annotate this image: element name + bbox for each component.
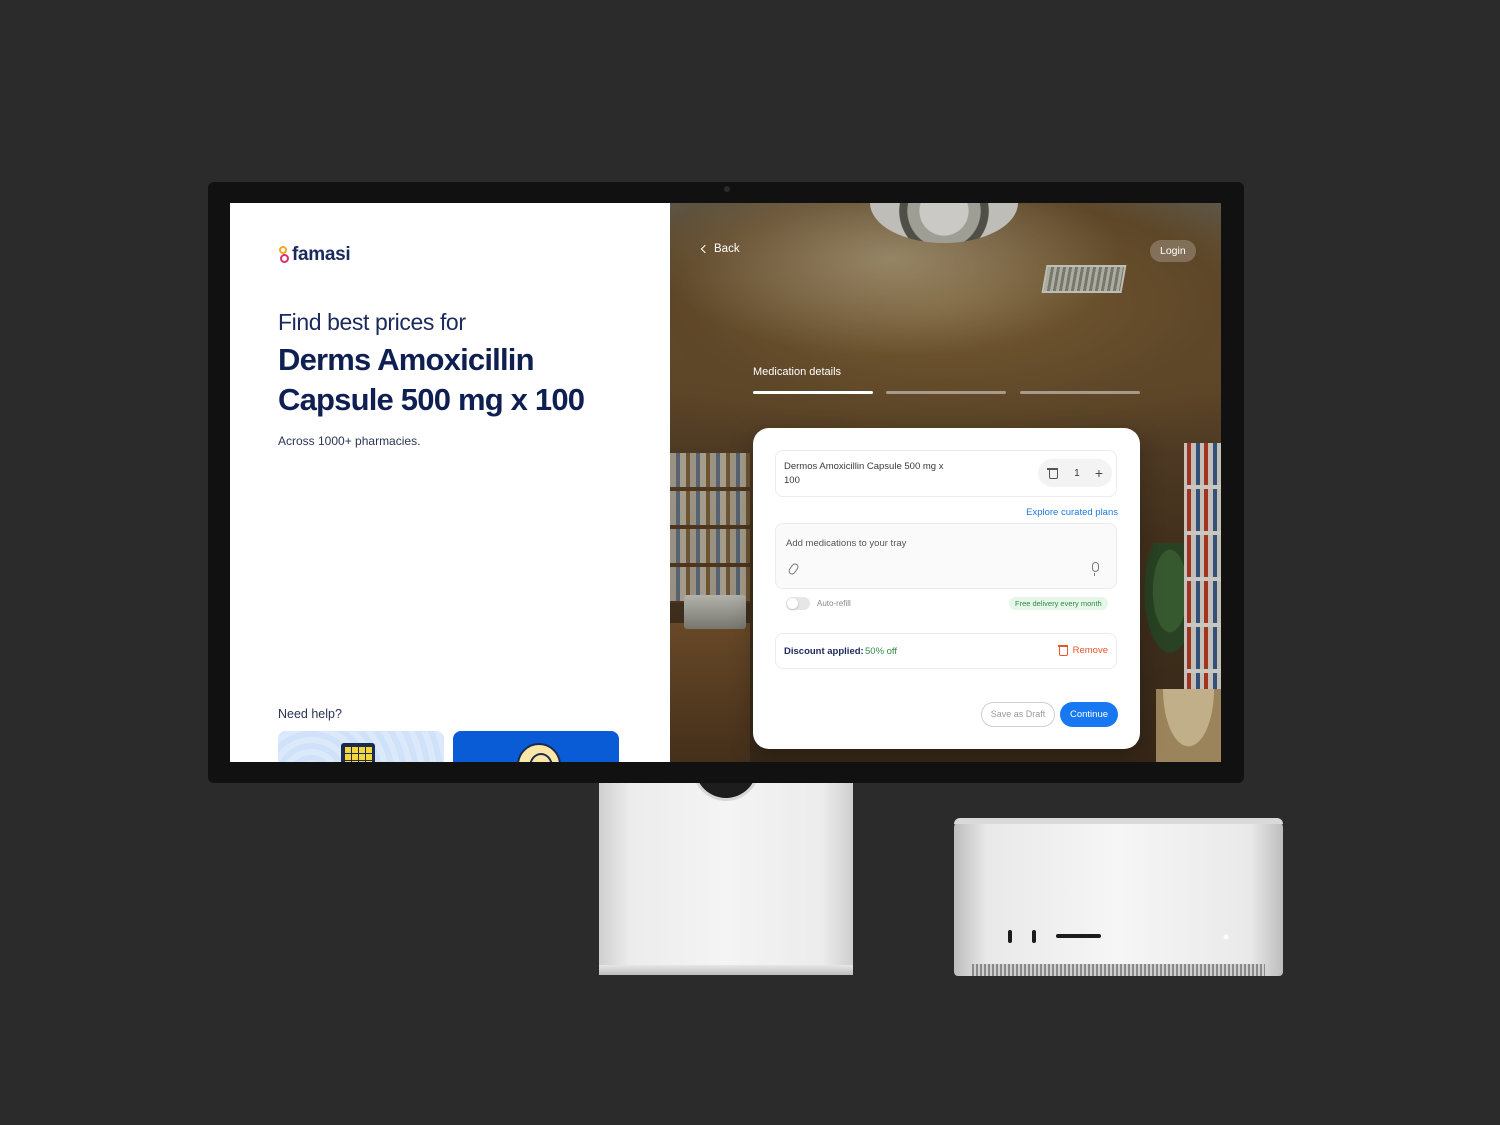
medication-card: Dermos Amoxicillin Capsule 500 mg x 100 … bbox=[753, 428, 1140, 749]
help-card-support[interactable] bbox=[453, 731, 619, 762]
trash-icon bbox=[1057, 644, 1068, 656]
trash-icon[interactable] bbox=[1047, 467, 1059, 479]
back-button[interactable]: Back bbox=[700, 243, 740, 255]
screen: famasi Find best prices for Derms Amoxic… bbox=[230, 203, 1221, 762]
medication-item: Dermos Amoxicillin Capsule 500 mg x 100 … bbox=[775, 450, 1117, 497]
studio-top bbox=[954, 818, 1283, 824]
logo-mark-icon bbox=[278, 245, 290, 265]
login-button[interactable]: Login bbox=[1150, 240, 1196, 262]
sd-slot-icon bbox=[1056, 934, 1101, 938]
tray-input-box bbox=[775, 523, 1117, 589]
hero-subtitle: Find best prices for bbox=[278, 309, 466, 335]
stand-base bbox=[599, 965, 853, 975]
vent-grill bbox=[972, 964, 1265, 976]
mac-studio bbox=[954, 818, 1283, 976]
chevron-left-icon bbox=[700, 244, 710, 254]
step-label: Medication details bbox=[753, 366, 842, 378]
brand-name: famasi bbox=[292, 244, 351, 265]
continue-button[interactable]: Continue bbox=[1060, 702, 1118, 727]
monitor-stand bbox=[599, 761, 853, 975]
power-led-icon bbox=[1224, 935, 1228, 939]
back-label: Back bbox=[714, 243, 740, 255]
remove-discount-button[interactable]: Remove bbox=[1057, 644, 1108, 656]
discount-label: Discount applied: bbox=[784, 646, 864, 657]
usb-port-icon bbox=[1008, 930, 1012, 943]
hero-title: Derms Amoxicillin Capsule 500 mg x 100 bbox=[278, 342, 585, 417]
plus-icon[interactable]: + bbox=[1095, 466, 1103, 480]
delivery-badge: Free delivery every month bbox=[1009, 597, 1108, 610]
right-panel: Back Login Medication details Dermos Amo… bbox=[670, 203, 1221, 762]
discount-value: 50% off bbox=[865, 646, 898, 657]
microphone-icon[interactable] bbox=[1092, 562, 1099, 576]
auto-refill-toggle[interactable] bbox=[786, 597, 810, 610]
medication-name: Dermos Amoxicillin Capsule 500 mg x 100 bbox=[784, 461, 944, 486]
remove-label: Remove bbox=[1072, 644, 1108, 656]
help-card-sim[interactable] bbox=[278, 731, 444, 762]
tray-input[interactable] bbox=[786, 538, 1086, 549]
discount-row: Discount applied: 50% off Remove bbox=[775, 633, 1117, 669]
sim-card-icon bbox=[341, 743, 375, 762]
left-panel: famasi Find best prices for Derms Amoxic… bbox=[230, 203, 670, 762]
hero-note: Across 1000+ pharmacies. bbox=[278, 434, 421, 448]
camera-icon bbox=[724, 186, 730, 192]
fingerprint-icon bbox=[517, 743, 561, 762]
brand-logo[interactable]: famasi bbox=[278, 244, 351, 266]
step-bar-2 bbox=[886, 391, 1006, 394]
explore-plans-link[interactable]: Explore curated plans bbox=[1026, 507, 1118, 518]
quantity-value: 1 bbox=[1074, 467, 1080, 479]
studio-display: famasi Find best prices for Derms Amoxic… bbox=[208, 182, 1244, 783]
quantity-stepper: 1 + bbox=[1038, 459, 1112, 487]
help-label: Need help? bbox=[278, 707, 342, 721]
paperclip-icon[interactable] bbox=[787, 562, 800, 576]
auto-refill-label: Auto-refill bbox=[817, 599, 851, 608]
step-bar-3 bbox=[1020, 391, 1140, 394]
save-draft-button[interactable]: Save as Draft bbox=[981, 702, 1055, 727]
usb-port-icon bbox=[1032, 930, 1036, 943]
step-bar-1 bbox=[753, 391, 873, 394]
